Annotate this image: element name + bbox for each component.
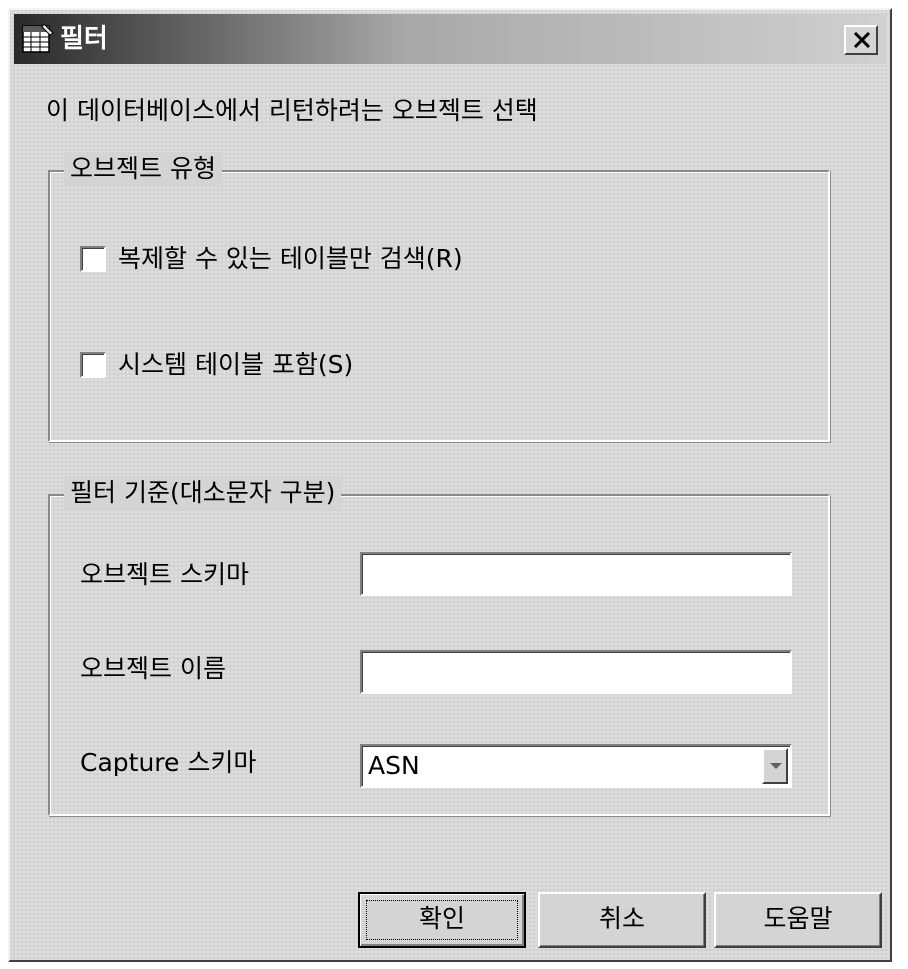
close-icon	[853, 32, 871, 48]
object-type-group: 오브젝트 유형 복제할 수 있는 테이블만 검색(R) 시스템 테이블 포함(S…	[48, 152, 830, 442]
cancel-button-label: 취소	[598, 904, 645, 933]
filter-dialog: 필터 이 데이터베이스에서 리턴하려는 오브젝트 선택 오브젝트 유형 복제할 …	[8, 8, 892, 962]
include-system-tables-label: 시스템 테이블 포함(S)	[118, 350, 354, 379]
capture-schema-select[interactable]: ASN	[360, 744, 792, 788]
include-system-tables-option[interactable]: 시스템 테이블 포함(S)	[80, 348, 480, 382]
capture-schema-label: Capture 스키마	[80, 748, 257, 777]
chevron-down-icon	[770, 763, 782, 769]
object-schema-input[interactable]	[360, 552, 792, 596]
ok-button[interactable]: 확인	[358, 892, 526, 948]
include-system-tables-checkbox[interactable]	[80, 352, 106, 378]
capture-schema-value: ASN	[368, 751, 420, 780]
dialog-title: 필터	[60, 24, 108, 54]
help-button-label: 도움말	[763, 904, 833, 933]
object-name-label: 오브젝트 이름	[80, 654, 226, 683]
close-button[interactable]	[844, 25, 878, 55]
replicable-tables-only-checkbox[interactable]	[80, 246, 106, 272]
replicable-tables-only-label: 복제할 수 있는 테이블만 검색(R)	[118, 244, 463, 273]
cancel-button[interactable]: 취소	[538, 892, 706, 948]
filter-criteria-legend: 필터 기준(대소문자 구분)	[64, 476, 342, 510]
help-button[interactable]: 도움말	[714, 892, 882, 948]
filter-criteria-group: 필터 기준(대소문자 구분) 오브젝트 스키마 오브젝트 이름 Capture …	[48, 476, 830, 816]
object-schema-label: 오브젝트 스키마	[80, 560, 249, 589]
focus-rectangle	[366, 900, 518, 940]
dropdown-button[interactable]	[762, 748, 788, 784]
instruction-text: 이 데이터베이스에서 리턴하려는 오브젝트 선택	[46, 96, 538, 125]
title-bar[interactable]: 필터	[14, 14, 886, 64]
table-grid-icon	[22, 23, 54, 55]
object-type-legend: 오브젝트 유형	[64, 152, 222, 186]
replicable-tables-only-option[interactable]: 복제할 수 있는 테이블만 검색(R)	[80, 242, 600, 276]
object-name-input[interactable]	[360, 650, 792, 694]
